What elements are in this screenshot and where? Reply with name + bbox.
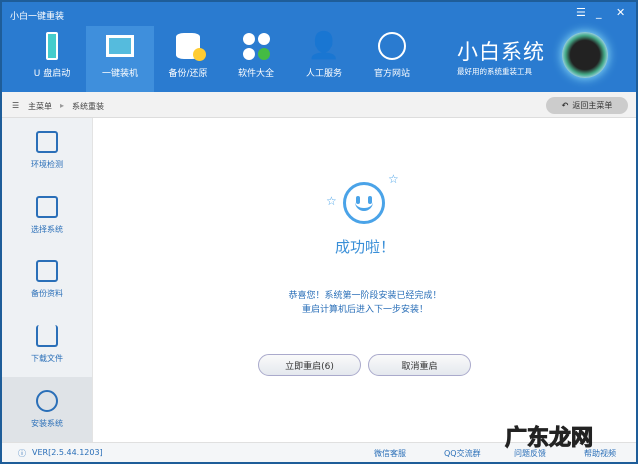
minimize-button[interactable]: _ (596, 6, 602, 19)
qq-group-link[interactable]: QQ交流群 (444, 448, 481, 459)
logo-icon (562, 32, 608, 78)
version: VER[2.5.44.1203] (32, 448, 103, 457)
app-window: 小白一键重装 ☰ _ ✕ U 盘启动 一键装机 备份/还原 软件大全 👤 人工服务… (2, 2, 636, 462)
step-label: 下载文件 (31, 354, 63, 364)
nav-backup-restore[interactable]: 备份/还原 (154, 26, 222, 92)
nav-website[interactable]: 官方网站 (358, 26, 426, 92)
nav-support[interactable]: 👤 人工服务 (290, 26, 358, 92)
wrench-icon (36, 390, 58, 413)
star-icon: ☆ (388, 172, 399, 186)
apps-icon (222, 26, 290, 66)
step-download: 下载文件 (2, 312, 92, 377)
watermark: 广东龙网 (504, 426, 594, 452)
step-label: 安装系统 (31, 419, 63, 429)
nav-label: U 盘启动 (33, 69, 71, 79)
chevron-right-icon: ▸ (60, 101, 65, 110)
wechat-support-link[interactable]: 微信客服 (374, 448, 406, 459)
step-label: 选择系统 (31, 224, 63, 234)
breadcrumb-root[interactable]: 主菜单 (28, 101, 52, 112)
step-label: 备份资料 (31, 289, 63, 299)
step-install: 安装系统 (2, 377, 92, 442)
step-select-system: 选择系统 (2, 183, 92, 248)
cursor-icon (36, 195, 58, 218)
brand-slogan: 最好用的系统重装工具 (457, 67, 532, 76)
monitor-windows-icon (86, 26, 154, 66)
nav-label: 备份/还原 (168, 69, 208, 79)
undo-icon: ↶ (561, 101, 569, 110)
download-icon (36, 325, 58, 348)
smiley-icon (343, 182, 385, 224)
header: 小白一键重装 ☰ _ ✕ U 盘启动 一键装机 备份/还原 软件大全 👤 人工服务… (2, 2, 636, 92)
usb-icon (18, 26, 86, 66)
database-icon (154, 26, 222, 66)
nav-label: 软件大全 (237, 69, 274, 79)
nav-label: 官方网站 (373, 69, 410, 79)
step-label: 环境检测 (31, 159, 63, 169)
breadcrumb: ☰ 主菜单 ▸ 系统重装 ↶ 返回主菜单 (2, 92, 636, 118)
env-check-icon (36, 130, 58, 153)
info-icon: ⓘ (18, 449, 26, 458)
step-backup: 备份资料 (2, 248, 92, 313)
success-title: 成功啦！ (334, 238, 395, 256)
nav-one-click-install[interactable]: 一键装机 (86, 26, 154, 92)
main-panel: ☆ ☆ 成功啦！ 恭喜您！系统第一阶段安装已经完成！ 重启计算机后进入下一步安装… (94, 118, 636, 442)
brand-name: 小白系统 (457, 40, 545, 64)
restart-hint: 重启计算机后进入下一步安装！ (301, 305, 428, 315)
back-label: 返回主菜单 (572, 101, 613, 110)
breadcrumb-current: 系统重装 (72, 102, 104, 111)
nav-usb-boot[interactable]: U 盘启动 (18, 26, 86, 92)
restart-now-button[interactable]: 立即重启(6) (258, 354, 361, 376)
cancel-restart-button[interactable]: 取消重启 (368, 354, 471, 376)
list-icon: ☰ (12, 101, 20, 110)
sidebar: 环境检测 选择系统 备份资料 下载文件 安装系统 (2, 118, 93, 442)
star-icon: ☆ (326, 194, 337, 208)
globe-icon (358, 26, 426, 66)
nav-label: 一键装机 (101, 69, 138, 79)
menu-button[interactable]: ☰ (576, 6, 586, 19)
step-env-check: 环境检测 (2, 118, 92, 183)
success-message: 恭喜您！系统第一阶段安装已经完成！ (288, 291, 442, 301)
window-title: 小白一键重装 (10, 12, 65, 22)
back-to-menu-button[interactable]: ↶ 返回主菜单 (546, 97, 628, 114)
database-icon (36, 260, 58, 283)
close-button[interactable]: ✕ (616, 6, 625, 19)
nav-software[interactable]: 软件大全 (222, 26, 290, 92)
nav-label: 人工服务 (305, 69, 342, 79)
person-heart-icon: 👤 (307, 31, 341, 61)
